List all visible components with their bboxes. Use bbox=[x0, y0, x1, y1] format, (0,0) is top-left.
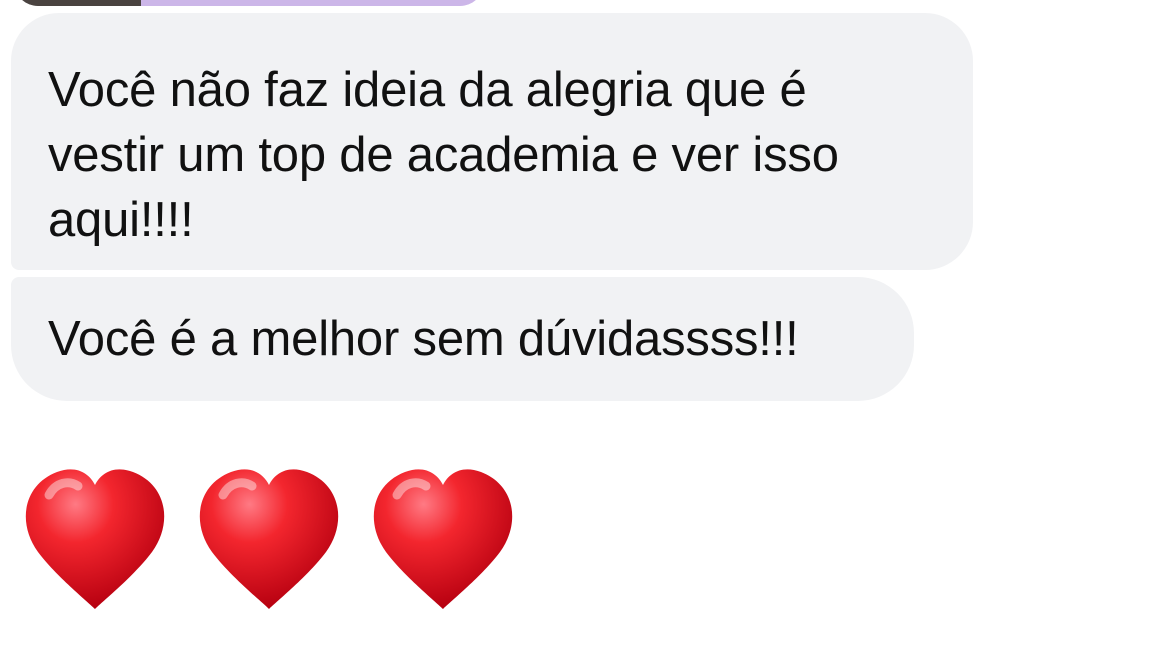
heart-icon bbox=[18, 458, 172, 612]
message-bubble: Você é a melhor sem dúvidassss!!! bbox=[11, 277, 914, 401]
message-bubble: Você não faz ideia da alegria que é vest… bbox=[11, 13, 973, 270]
heart-icon bbox=[366, 458, 520, 612]
previous-media-attachment[interactable] bbox=[14, 0, 484, 6]
heart-icon bbox=[192, 458, 346, 612]
heart-emoji-message bbox=[18, 458, 528, 618]
